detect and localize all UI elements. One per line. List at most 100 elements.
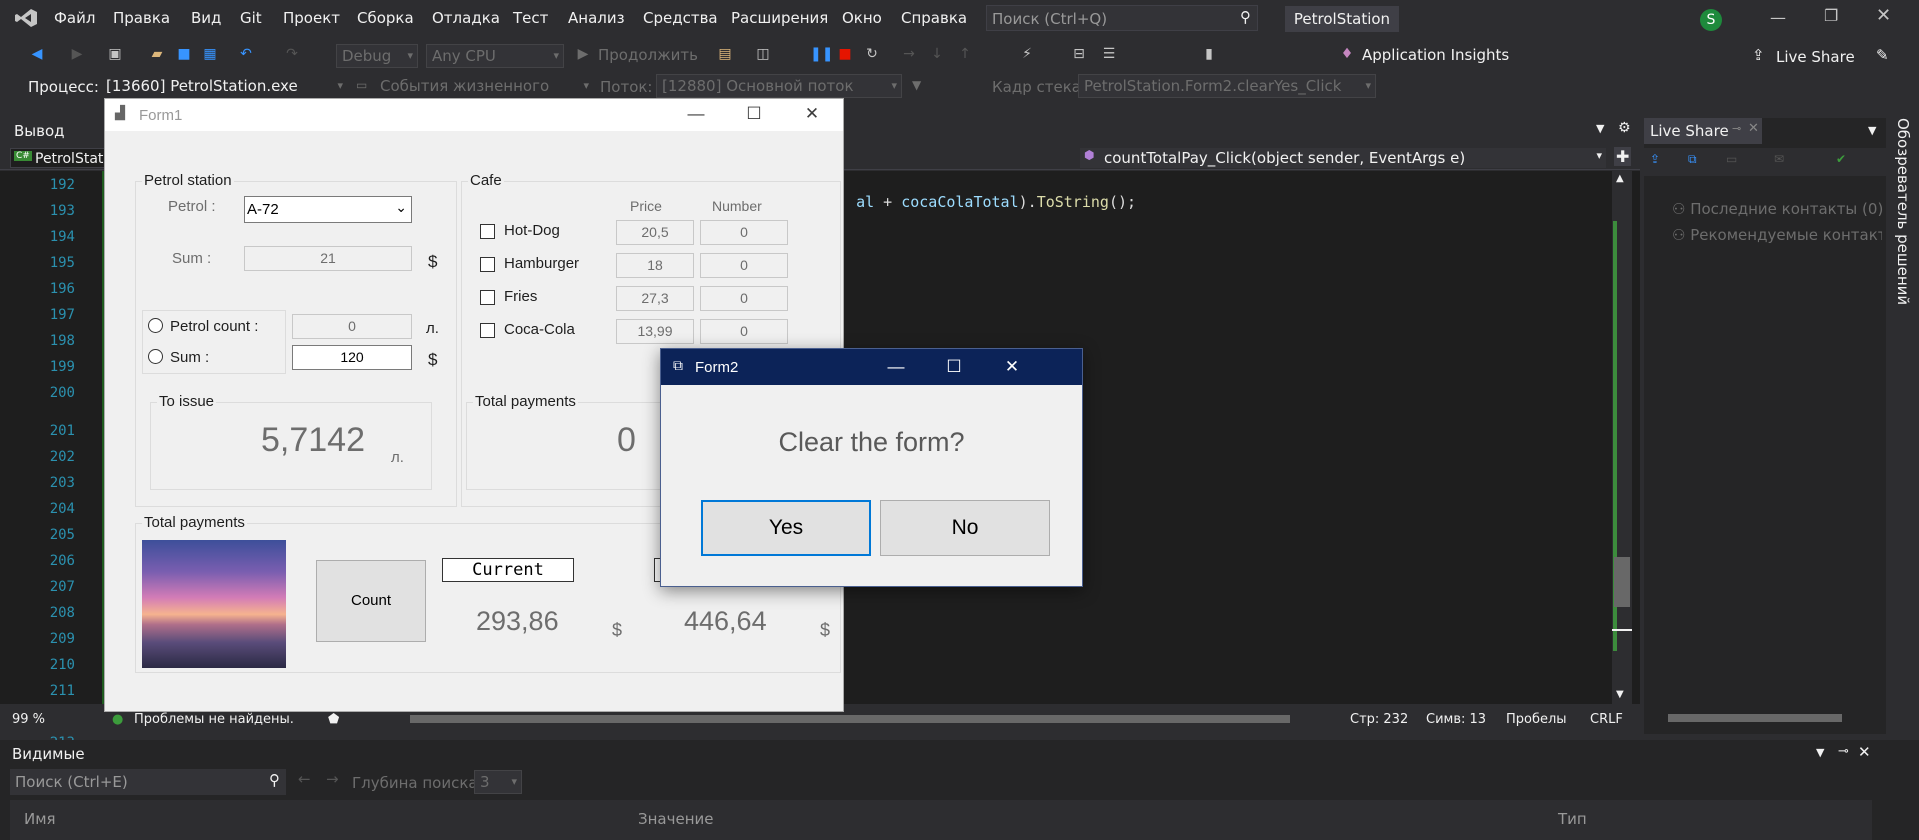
menu-item-4[interactable]: Проект [283, 9, 340, 27]
cursor-col[interactable]: Симв: 13 [1426, 712, 1486, 727]
indent-mode[interactable]: Пробелы [1506, 712, 1567, 727]
lifecycle-dropdown[interactable]: События жизненного цикла [374, 74, 594, 115]
liveshare-hscrollbar[interactable] [1648, 712, 1880, 724]
app-insights-icon[interactable]: ♦ [1338, 45, 1356, 63]
liveshare-close-icon[interactable]: ✕ [1748, 121, 1759, 136]
form1-close-icon[interactable]: ✕ [783, 99, 841, 129]
menu-item-7[interactable]: Тест [513, 9, 548, 27]
menu-item-3[interactable]: Git [240, 9, 262, 27]
diagnostics-icon[interactable]: ◫ [754, 45, 772, 63]
form1-minimize-icon[interactable]: — [667, 99, 725, 129]
zoom-level[interactable]: 99 % [12, 712, 45, 727]
sum-input[interactable]: 120 [292, 345, 412, 370]
menu-item-12[interactable]: Справка [901, 9, 967, 27]
step-over-icon[interactable]: → [900, 45, 918, 63]
watch-menu-icon[interactable]: ▼ [1816, 746, 1824, 759]
join-icon[interactable]: ⧉ [1688, 152, 1697, 167]
panel-settings-icon[interactable]: ⚙ [1618, 120, 1631, 136]
feedback-icon[interactable]: ✎ [1876, 46, 1889, 64]
scroll-down-icon[interactable]: ▼ [1616, 689, 1624, 700]
search-box[interactable]: Поиск (Ctrl+Q) ⚲ [986, 5, 1258, 31]
comment-icon[interactable]: ☰ [1100, 45, 1118, 63]
panel-dropdown-icon[interactable]: ▼ [1596, 122, 1604, 135]
close-icon[interactable]: ✕ [1876, 5, 1891, 26]
watch-pin-icon[interactable]: ⊸ [1838, 744, 1849, 759]
save-icon[interactable]: ■ [175, 45, 193, 63]
status-check-icon[interactable]: ✔ [1836, 152, 1846, 166]
watch-col-type[interactable]: Тип [1558, 810, 1587, 828]
form2-close-icon[interactable]: ✕ [983, 352, 1041, 382]
step-into-icon[interactable]: ↓ [928, 45, 946, 63]
breakpoint-icon[interactable]: ⊟ [1070, 45, 1088, 63]
line-ending[interactable]: CRLF [1590, 712, 1623, 727]
hscroll-thumb[interactable] [410, 715, 1290, 723]
yes-button[interactable]: Yes [701, 500, 871, 556]
cafe-item-checkbox[interactable] [480, 224, 495, 239]
menu-item-10[interactable]: Расширения [731, 9, 828, 27]
undo-icon[interactable]: ↶ [237, 45, 255, 63]
issues-status[interactable]: Проблемы не найдены. [134, 712, 294, 727]
cafe-item-checkbox[interactable] [480, 290, 495, 305]
live-share-button[interactable]: Live Share [1776, 48, 1855, 66]
liveshare-recent[interactable]: ⚇ Последние контакты (0) [1672, 200, 1883, 218]
cafe-item-price[interactable]: 20,5 [616, 220, 694, 245]
split-editor-icon[interactable]: ✚ [1614, 147, 1632, 166]
watch-col-value[interactable]: Значение [638, 810, 714, 828]
menu-item-2[interactable]: Вид [191, 9, 221, 27]
form2-maximize-icon[interactable]: ☐ [925, 352, 983, 382]
invite-icon[interactable]: ✉ [1774, 152, 1784, 166]
continue-play-icon[interactable]: ▶ [574, 45, 592, 63]
filter-icon[interactable]: ▼ [912, 78, 921, 92]
watch-close-icon[interactable]: ✕ [1858, 743, 1871, 761]
open-icon[interactable]: ▰ [148, 45, 166, 63]
restart-icon[interactable]: ↻ [863, 45, 881, 63]
redo-icon[interactable]: ↷ [283, 45, 301, 63]
cafe-item-price[interactable]: 27,3 [616, 286, 694, 311]
liveshare-hscroll-thumb[interactable] [1668, 714, 1842, 722]
menu-item-0[interactable]: Файл [54, 9, 95, 27]
member-dropdown[interactable]: ⬢ countTotalPay_Click(object sender, Eve… [1080, 148, 1606, 168]
petrol-type-select[interactable]: A-72 ⌄ [244, 196, 412, 223]
stop-icon[interactable]: ■ [836, 45, 854, 63]
process-dropdown[interactable]: [13660] PetrolStation.exe [100, 74, 348, 98]
menu-item-6[interactable]: Отладка [432, 9, 500, 27]
depth-dropdown[interactable]: 3 [474, 770, 522, 794]
petrol-count-field[interactable]: 0 [292, 314, 412, 339]
menu-item-11[interactable]: Окно [842, 9, 882, 27]
form1-maximize-icon[interactable]: ☐ [725, 99, 783, 129]
share-icon[interactable]: ⇪ [1650, 152, 1660, 166]
menu-item-9[interactable]: Средства [643, 9, 718, 27]
liveshare-tab[interactable]: Live Share ⊸ ✕ [1644, 118, 1762, 144]
live-share-icon[interactable]: ⇪ [1752, 46, 1765, 64]
editor-hscrollbar[interactable] [398, 714, 1318, 724]
sum-radio[interactable] [148, 349, 163, 364]
user-avatar[interactable]: S [1700, 9, 1722, 31]
watch-search-input[interactable]: Поиск (Ctrl+E) ⚲ [10, 769, 286, 795]
editor-vscrollbar[interactable]: ▲ ▼ [1612, 171, 1632, 704]
cafe-item-number[interactable]: 0 [700, 253, 788, 278]
save-all-icon[interactable]: ▦ [201, 45, 219, 63]
thread-dropdown[interactable]: [12880] Основной поток [656, 74, 902, 98]
cafe-item-number[interactable]: 0 [700, 319, 788, 344]
stack-dropdown[interactable]: PetrolStation.Form2.clearYes_Click [1078, 74, 1376, 98]
solution-explorer-sidetab[interactable]: Обозреватель решений [1890, 118, 1916, 398]
menu-item-8[interactable]: Анализ [568, 9, 625, 27]
cafe-item-checkbox[interactable] [480, 257, 495, 272]
minimize-icon[interactable]: — [1770, 8, 1786, 27]
watch-forward-icon[interactable]: → [326, 770, 339, 788]
attach-icon[interactable]: ▤ [716, 45, 734, 63]
cafe-item-number[interactable]: 0 [700, 220, 788, 245]
count-button[interactable]: Count [316, 560, 426, 642]
cafe-item-price[interactable]: 13,99 [616, 319, 694, 344]
cleanup-icon[interactable]: ⬟ [328, 712, 339, 727]
pin-icon[interactable]: ⊸ [1732, 122, 1741, 135]
liveshare-recommended[interactable]: ⚇ Рекомендуемые контакты [1672, 226, 1882, 244]
forward-icon[interactable]: ▶ [68, 45, 86, 63]
cursor-line[interactable]: Стр: 232 [1350, 712, 1408, 727]
back-icon[interactable]: ◀ [28, 45, 46, 63]
cafe-item-number[interactable]: 0 [700, 286, 788, 311]
cafe-item-price[interactable]: 18 [616, 253, 694, 278]
form2-minimize-icon[interactable]: — [867, 352, 925, 382]
bookmark-icon[interactable]: ▮ [1200, 45, 1218, 63]
step-out-icon[interactable]: ↑ [956, 45, 974, 63]
